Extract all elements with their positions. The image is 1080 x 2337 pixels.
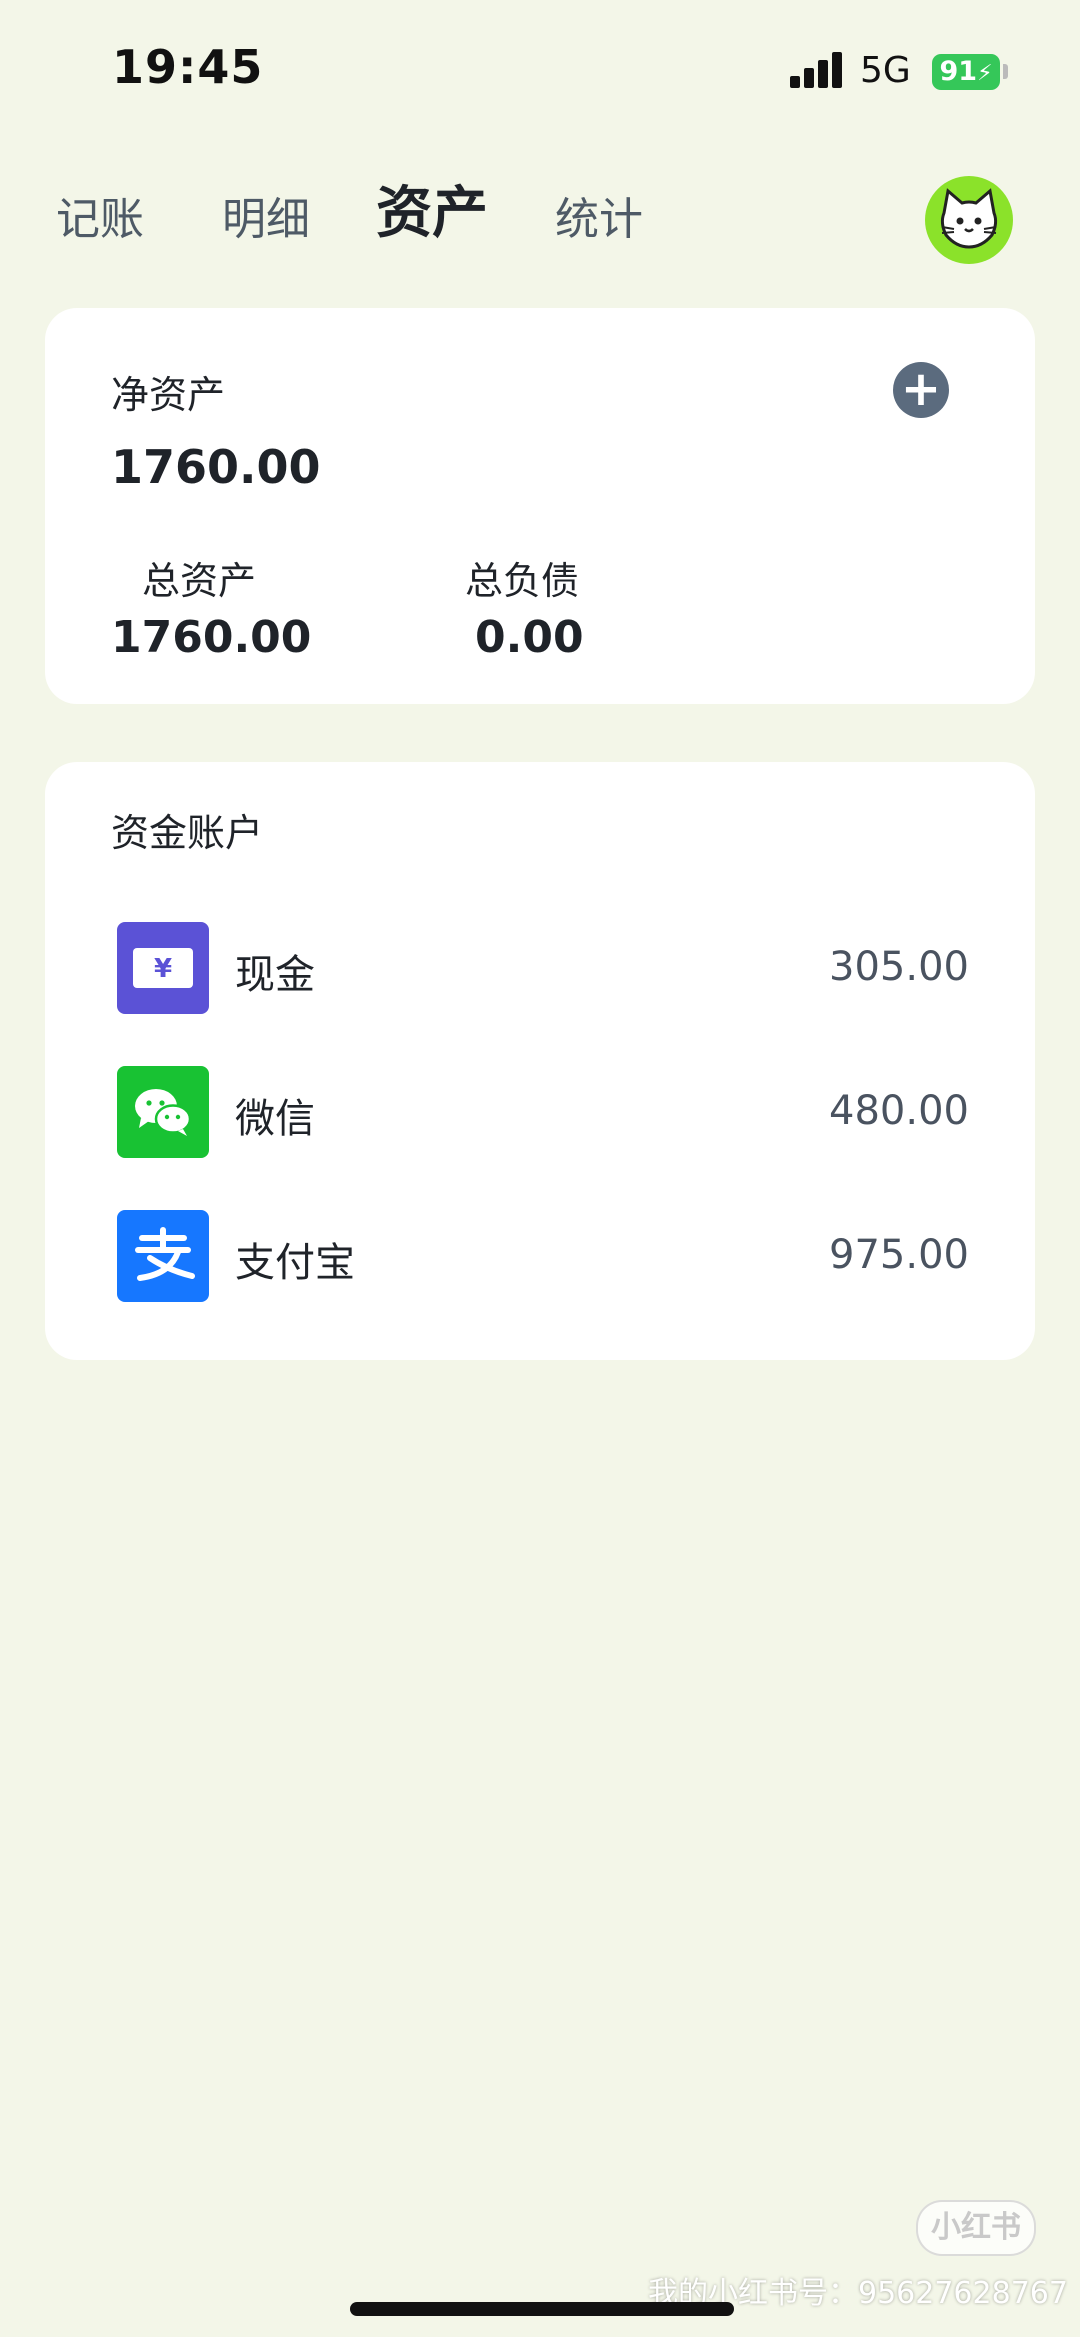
cash-icon: ¥ [117, 922, 209, 1014]
account-amount: 305.00 [829, 944, 969, 990]
avatar[interactable] [925, 176, 1013, 264]
status-bar: 19:45 5G 91⚡ [0, 0, 1080, 140]
alipay-icon [117, 1210, 209, 1302]
battery-level: 91 [939, 56, 978, 87]
net-assets-value: 1760.00 [111, 440, 321, 494]
net-assets-card: 净资产 + 1760.00 总资产 1760.00 总负债 0.00 [45, 308, 1035, 704]
account-name: 现金 [235, 952, 315, 998]
tab-details[interactable]: 明细 [222, 184, 310, 256]
cat-face-icon [940, 188, 998, 249]
tab-bookkeeping[interactable]: 记账 [56, 184, 144, 256]
cellular-signal-icon [790, 52, 844, 88]
account-amount: 480.00 [829, 1088, 969, 1134]
charging-bolt-icon: ⚡ [977, 61, 993, 86]
wechat-icon [117, 1066, 209, 1158]
account-amount: 975.00 [829, 1232, 969, 1278]
account-name: 支付宝 [235, 1240, 355, 1286]
svg-text:¥: ¥ [154, 954, 172, 984]
total-assets-label: 总资产 [142, 559, 257, 603]
tab-statistics[interactable]: 统计 [555, 184, 643, 256]
status-time: 19:45 [112, 40, 264, 94]
net-assets-label: 净资产 [111, 373, 226, 417]
home-indicator[interactable] [350, 2302, 734, 2316]
xiaohongshu-watermark-badge: 小红书 [916, 2200, 1036, 2256]
fund-accounts-card: 资金账户 ¥ 现金 305.00 微信 480.00 支付宝 975.00 [45, 762, 1035, 1360]
total-liabilities-label: 总负债 [465, 559, 580, 603]
account-name: 微信 [235, 1096, 315, 1142]
battery-icon: 91⚡ [932, 54, 1000, 90]
fund-accounts-title: 资金账户 [111, 811, 264, 855]
battery-cap [1003, 64, 1008, 79]
account-row-wechat[interactable]: 微信 480.00 [45, 1066, 1035, 1162]
total-liabilities-value: 0.00 [475, 612, 584, 663]
account-row-cash[interactable]: ¥ 现金 305.00 [45, 922, 1035, 1018]
account-row-alipay[interactable]: 支付宝 975.00 [45, 1210, 1035, 1306]
network-type: 5G [860, 50, 911, 91]
total-assets-value: 1760.00 [111, 612, 312, 663]
tab-assets[interactable]: 资产 [376, 178, 488, 250]
top-tabs: 记账 明细 资产 统计 [0, 181, 1080, 264]
plus-icon: + [900, 361, 942, 417]
add-account-button[interactable]: + [893, 362, 949, 418]
